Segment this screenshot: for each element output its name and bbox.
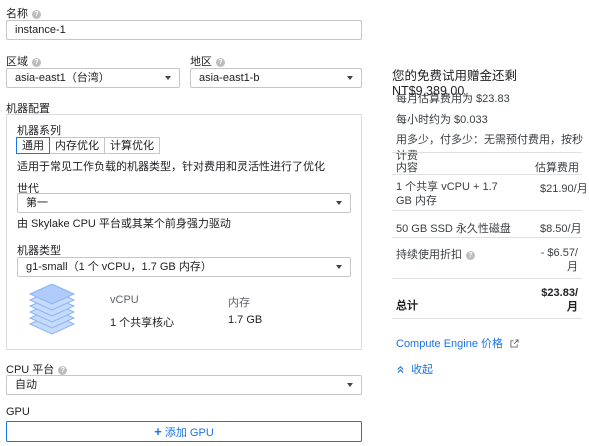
machine-type-label: 机器类型 bbox=[17, 245, 61, 257]
name-label: 名称 bbox=[6, 8, 28, 20]
gpu-label: GPU bbox=[6, 406, 30, 418]
zone-value: asia-east1-b bbox=[199, 72, 260, 84]
cpu-platform-value: 自动 bbox=[15, 379, 37, 391]
chevron-down-icon bbox=[336, 201, 342, 205]
region-label: 区域 bbox=[6, 56, 28, 68]
generation-note: 由 Skylake CPU 平台或其某个前身强力驱动 bbox=[17, 218, 231, 230]
add-gpu-label: 添加 GPU bbox=[164, 427, 214, 439]
tab-general-purpose[interactable]: 通用 bbox=[16, 137, 50, 154]
generation-select[interactable]: 第一 bbox=[17, 193, 351, 213]
pricing-row-item: 1 个共享 vCPU + 1.7 GB 内存 bbox=[396, 181, 498, 207]
pricing-row-discount: 持续使用折扣? bbox=[396, 246, 475, 262]
series-description: 适用于常见工作负载的机器类型，针对费用和灵活性进行了优化 bbox=[17, 161, 325, 173]
pricing-row-item: 50 GB SSD 永久性磁盘 bbox=[396, 223, 511, 235]
machine-series-label: 机器系列 bbox=[17, 125, 61, 137]
external-link-icon bbox=[510, 339, 519, 348]
tab-compute-optimized[interactable]: 计算优化 bbox=[104, 137, 160, 154]
collapse-label: 收起 bbox=[411, 364, 434, 376]
vcpu-value: 1 个共享核心 bbox=[110, 317, 175, 329]
name-label-row: 名称? bbox=[6, 5, 41, 21]
monthly-estimate: 每月估算费用为 $23.83 bbox=[396, 93, 510, 105]
help-icon[interactable]: ? bbox=[32, 9, 41, 19]
zone-label: 地区 bbox=[190, 56, 212, 68]
memory-value: 1.7 GB bbox=[228, 314, 263, 326]
col-item-header: 内容 bbox=[396, 162, 418, 174]
chevron-down-icon bbox=[347, 76, 353, 80]
divider bbox=[392, 237, 582, 238]
region-select[interactable]: asia-east1（台湾） bbox=[6, 68, 180, 88]
zone-label-row: 地区? bbox=[190, 53, 225, 69]
collapse-toggle[interactable]: 收起 bbox=[396, 361, 433, 377]
chevron-down-icon bbox=[336, 265, 342, 269]
pricing-link-label: Compute Engine 价格 bbox=[396, 338, 503, 350]
layers-icon bbox=[28, 284, 76, 335]
pricing-row-item: 持续使用折扣 bbox=[396, 249, 462, 261]
region-value: asia-east1（台湾） bbox=[15, 72, 110, 84]
region-label-row: 区域? bbox=[6, 53, 41, 69]
total-label: 总计 bbox=[396, 300, 418, 312]
tab-memory-optimized[interactable]: 内存优化 bbox=[49, 137, 105, 154]
pricing-row-cost: $21.90/月 bbox=[540, 183, 588, 195]
chevron-down-icon bbox=[347, 383, 353, 387]
divider bbox=[392, 278, 582, 279]
hourly-estimate: 每小时约为 $0.033 bbox=[396, 114, 488, 126]
pricing-link[interactable]: Compute Engine 价格 bbox=[396, 335, 519, 351]
chevron-up-double-icon bbox=[397, 366, 404, 374]
chevron-down-icon bbox=[165, 76, 171, 80]
divider bbox=[392, 152, 582, 153]
divider bbox=[392, 210, 582, 211]
help-icon[interactable]: ? bbox=[216, 57, 225, 67]
help-icon[interactable]: ? bbox=[32, 57, 41, 67]
pricing-row-cost: $8.50/月 bbox=[540, 223, 582, 235]
total-value: $23.83/月 bbox=[541, 287, 578, 313]
zone-select[interactable]: asia-east1-b bbox=[190, 68, 362, 88]
cpu-platform-select[interactable]: 自动 bbox=[6, 375, 362, 395]
machine-type-value: g1-small（1 个 vCPU，1.7 GB 内存） bbox=[26, 261, 212, 273]
name-input[interactable]: instance-1 bbox=[6, 20, 362, 40]
machine-type-select[interactable]: g1-small（1 个 vCPU，1.7 GB 内存） bbox=[17, 257, 351, 277]
generation-value: 第一 bbox=[26, 197, 48, 209]
add-gpu-button[interactable]: + 添加 GPU bbox=[6, 421, 362, 442]
machine-series-tabs: 通用 内存优化 计算优化 bbox=[16, 137, 160, 154]
help-icon[interactable]: ? bbox=[58, 365, 68, 375]
vcpu-header: vCPU bbox=[110, 294, 139, 306]
help-icon[interactable]: ? bbox=[466, 250, 475, 260]
divider bbox=[392, 318, 582, 319]
col-cost-header: 估算费用 bbox=[535, 162, 579, 174]
divider bbox=[392, 174, 582, 175]
pricing-row-cost: - $6.57/月 bbox=[540, 247, 578, 273]
plus-icon: + bbox=[154, 424, 162, 439]
memory-header: 内存 bbox=[228, 297, 250, 309]
